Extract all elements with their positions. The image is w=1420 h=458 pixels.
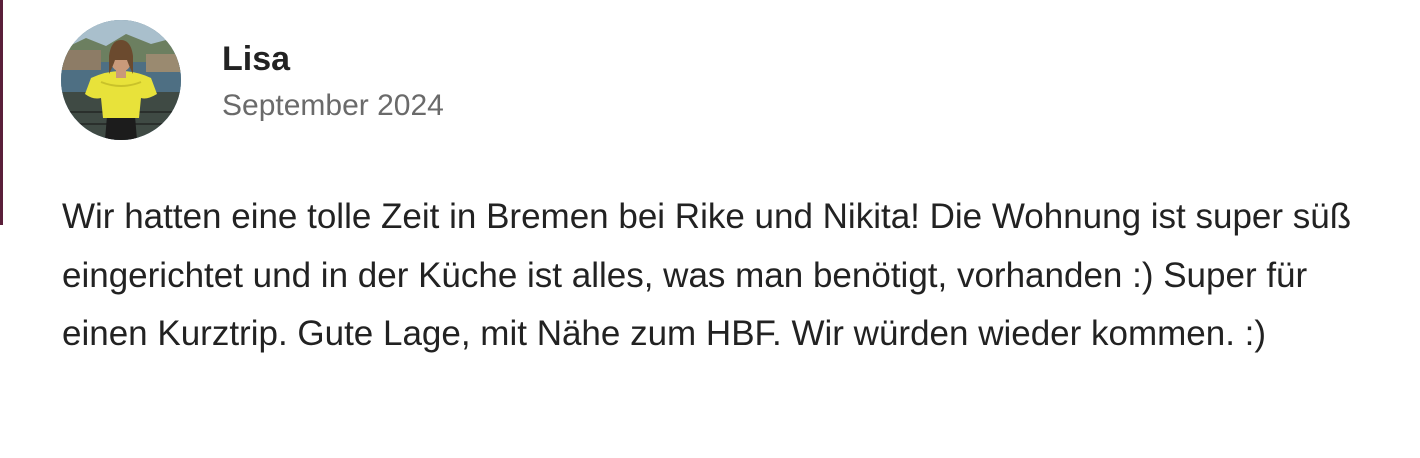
avatar-photo-icon — [61, 20, 181, 140]
reviewer-name[interactable]: Lisa — [222, 38, 290, 80]
review-date: September 2024 — [222, 89, 444, 122]
review-body-text: Wir hatten eine tolle Zeit in Bremen bei… — [62, 197, 1352, 353]
review-card: Lisa September 2024 Wir hatten eine toll… — [0, 0, 1420, 458]
reviewer-avatar[interactable] — [61, 20, 181, 140]
